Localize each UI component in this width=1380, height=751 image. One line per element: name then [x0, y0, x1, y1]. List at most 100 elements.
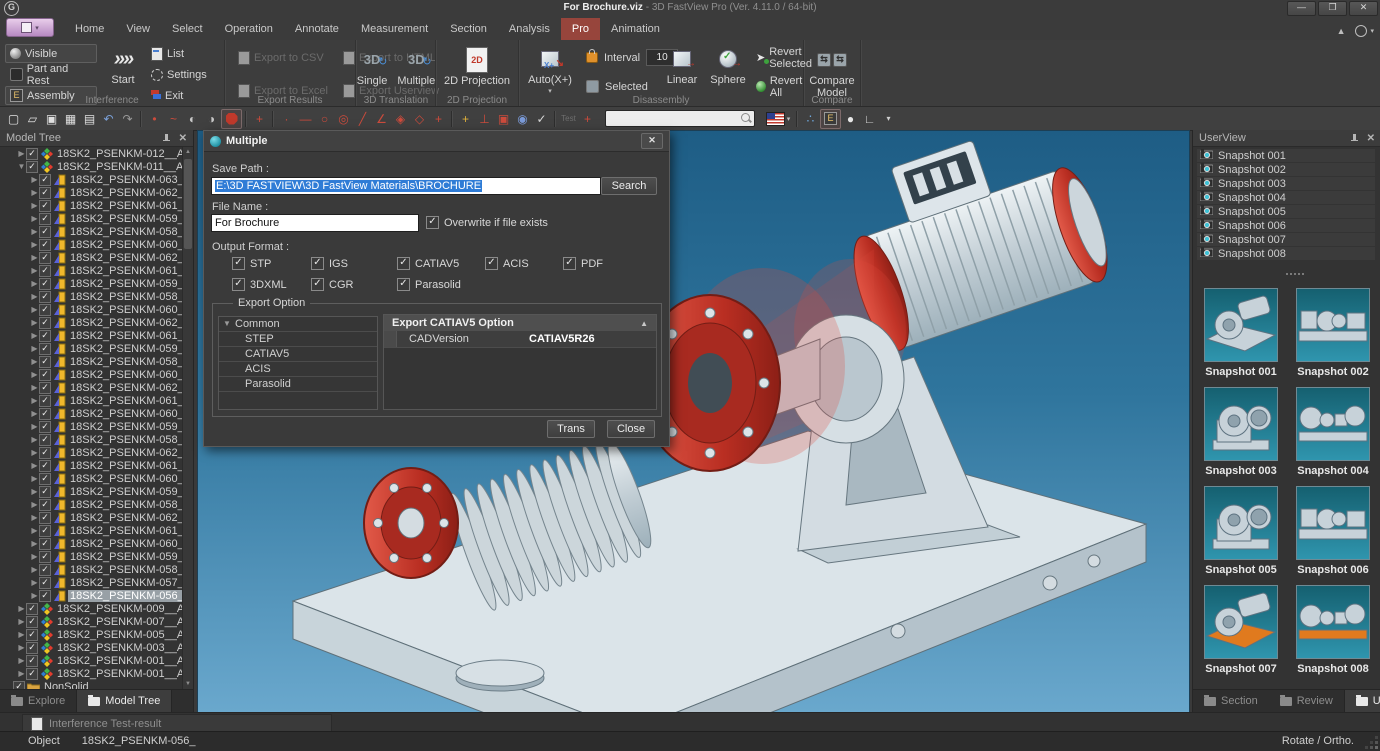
tree-item[interactable]: ▶✓18SK2_PSENKM-061_ [0, 459, 183, 472]
visibility-checkbox[interactable]: ✓ [39, 499, 51, 511]
visibility-checkbox[interactable]: ✓ [39, 226, 51, 238]
visibility-checkbox[interactable]: ✓ [39, 460, 51, 472]
snapshot-thumbnail[interactable]: Snapshot 005 [1199, 486, 1283, 576]
tree-item[interactable]: ▶✓18SK2_PSENKM-009__ASM [0, 602, 183, 615]
octagon-display-icon[interactable] [221, 109, 242, 129]
visibility-checkbox[interactable]: ✓ [39, 486, 51, 498]
tab-annotate[interactable]: Annotate [284, 18, 350, 40]
tab-operation[interactable]: Operation [214, 18, 284, 40]
tree-item[interactable]: ▶✓18SK2_PSENKM-062_ [0, 316, 183, 329]
visibility-checkbox[interactable]: ✓ [39, 213, 51, 225]
disassembly-linear-button[interactable]: → Linear [657, 43, 707, 86]
snapshot-list-item[interactable]: Snapshot 001 [1197, 149, 1375, 162]
tree-item[interactable]: ▶✓18SK2_PSENKM-061_ [0, 199, 183, 212]
tree-item[interactable]: ▶✓18SK2_PSENKM-060_ [0, 238, 183, 251]
expander-icon[interactable]: ▶ [30, 552, 39, 561]
tree-item[interactable]: ▶✓18SK2_PSENKM-061_ [0, 329, 183, 342]
format-checkbox-pdf[interactable]: ✓PDF [563, 257, 633, 270]
tree-item[interactable]: ▶✓18SK2_PSENKM-062_ [0, 186, 183, 199]
tree-item[interactable]: ▶✓18SK2_PSENKM-060_ [0, 537, 183, 550]
solid-display-icon[interactable]: ◑ [202, 110, 221, 128]
visibility-checkbox[interactable]: ✓ [39, 369, 51, 381]
save-path-input[interactable]: E:\3D FASTVIEW\3D FastView Materials\BRO… [211, 177, 601, 195]
tree-item[interactable]: ▶✓18SK2_PSENKM-061_ [0, 524, 183, 537]
tree-item[interactable]: ▶✓18SK2_PSENKM-005__ASM [0, 628, 183, 641]
tree-item[interactable]: ▶✓18SK2_PSENKM-061_ [0, 394, 183, 407]
zoom-region-icon[interactable]: ◉ [513, 110, 532, 128]
interference-list-button[interactable]: List [146, 44, 212, 63]
collapse-ribbon-icon[interactable]: ▲ [1337, 26, 1346, 36]
snapshot-thumbnail[interactable]: Snapshot 001 [1199, 288, 1283, 378]
expander-icon[interactable]: ▶ [30, 591, 39, 600]
expander-icon[interactable]: ▶ [30, 409, 39, 418]
save-icon[interactable]: ▣ [42, 110, 61, 128]
visibility-checkbox[interactable]: ✓ [39, 239, 51, 251]
wireframe-display-icon[interactable]: ~ [164, 110, 183, 128]
expander-icon[interactable]: ▶ [30, 344, 39, 353]
visibility-checkbox[interactable]: ✓ [13, 681, 25, 690]
visibility-checkbox[interactable]: ✓ [39, 343, 51, 355]
annotation-text-icon[interactable]: Test [559, 110, 578, 128]
language-flag-dropdown[interactable]: ▾ [763, 110, 793, 128]
tree-item[interactable]: ▶✓18SK2_PSENKM-060_ [0, 303, 183, 316]
datum-axis-icon[interactable]: + [456, 110, 475, 128]
redo-icon[interactable]: ↷ [118, 110, 137, 128]
tab-measurement[interactable]: Measurement [350, 18, 439, 40]
tree-item[interactable]: ▶✓18SK2_PSENKM-060_ [0, 472, 183, 485]
model-tree-view-icon[interactable]: E [820, 109, 841, 129]
tab-pro[interactable]: Pro [561, 18, 600, 40]
visibility-checkbox[interactable]: ✓ [39, 252, 51, 264]
tree-item[interactable]: ▶✓18SK2_PSENKM-059_ [0, 485, 183, 498]
search-button[interactable]: Search [601, 177, 657, 195]
visibility-checkbox[interactable]: ✓ [39, 434, 51, 446]
tree-item[interactable]: ▶✓18SK2_PSENKM-059_ [0, 420, 183, 433]
tree-item[interactable]: ✓NonSolid [0, 680, 183, 689]
overwrite-checkbox[interactable]: ✓ Overwrite if file exists [426, 216, 548, 229]
tree-item[interactable]: ▶✓18SK2_PSENKM-003__ASM [0, 641, 183, 654]
expander-icon[interactable]: ▶ [30, 214, 39, 223]
trans-button[interactable]: Trans [547, 420, 595, 438]
tree-scrollbar[interactable]: ▲ ▼ [182, 147, 193, 689]
visibility-checkbox[interactable]: ✓ [26, 668, 38, 680]
snapshot-list-item[interactable]: Snapshot 006 [1197, 219, 1375, 232]
visibility-checkbox[interactable]: ✓ [39, 330, 51, 342]
snapshot-thumbnail[interactable]: Snapshot 008 [1291, 585, 1375, 675]
save-as-icon[interactable]: ▦ [61, 110, 80, 128]
format-checkbox-catiav5[interactable]: ✓CATIAV5 [397, 257, 485, 270]
tree-item[interactable]: ▶✓18SK2_PSENKM-060_ [0, 407, 183, 420]
tree-item[interactable]: ▶✓18SK2_PSENKM-058_ [0, 225, 183, 238]
snapshot-list-item[interactable]: Snapshot 002 [1197, 163, 1375, 176]
tree-item[interactable]: ▶✓18SK2_PSENKM-059_ [0, 550, 183, 563]
expander-icon[interactable]: ▶ [30, 318, 39, 327]
snapshot-thumbnail[interactable]: Snapshot 003 [1199, 387, 1283, 477]
snapshot-list-item[interactable]: Snapshot 005 [1197, 205, 1375, 218]
tree-item[interactable]: ▶✓18SK2_PSENKM-056_ [0, 589, 183, 602]
tab-model-tree[interactable]: Model Tree [76, 690, 172, 712]
undo-icon[interactable]: ↶ [99, 110, 118, 128]
visibility-checkbox[interactable]: ✓ [26, 603, 38, 615]
resize-grip[interactable] [1375, 746, 1378, 749]
expander-icon[interactable]: ▶ [30, 240, 39, 249]
tree-item[interactable]: ▶✓18SK2_PSENKM-058_ [0, 433, 183, 446]
measure-point-icon[interactable]: · [277, 110, 296, 128]
toolbar-overflow-dropdown[interactable]: ▾ [879, 110, 898, 128]
3d-translation-multiple-button[interactable]: 3D↻ Multiple [394, 44, 438, 87]
expander-icon[interactable]: ▶ [30, 474, 39, 483]
measure-diamond-icon[interactable]: ◇ [410, 110, 429, 128]
tree-item[interactable]: ▶✓18SK2_PSENKM-062_ [0, 381, 183, 394]
expander-icon[interactable]: ▶ [30, 253, 39, 262]
visibility-checkbox[interactable]: ✓ [39, 421, 51, 433]
visibility-checkbox[interactable]: ✓ [39, 590, 51, 602]
point-display-icon[interactable]: • [145, 110, 164, 128]
disassembly-auto-button[interactable]: ↘X+ Auto(X+) ▾ [523, 43, 577, 98]
scroll-up-icon[interactable]: ▲ [183, 147, 193, 157]
tree-item[interactable]: ▶✓18SK2_PSENKM-062_ [0, 251, 183, 264]
format-checkbox-cgr[interactable]: ✓CGR [311, 278, 397, 291]
visibility-checkbox[interactable]: ✓ [39, 187, 51, 199]
axis-add-icon[interactable]: + [578, 110, 597, 128]
expander-icon[interactable]: ▶ [30, 422, 39, 431]
axis-display-icon[interactable]: + [250, 110, 269, 128]
tab-explore[interactable]: Explore [0, 690, 76, 712]
expander-icon[interactable]: ▶ [30, 370, 39, 379]
visibility-checkbox[interactable]: ✓ [39, 395, 51, 407]
